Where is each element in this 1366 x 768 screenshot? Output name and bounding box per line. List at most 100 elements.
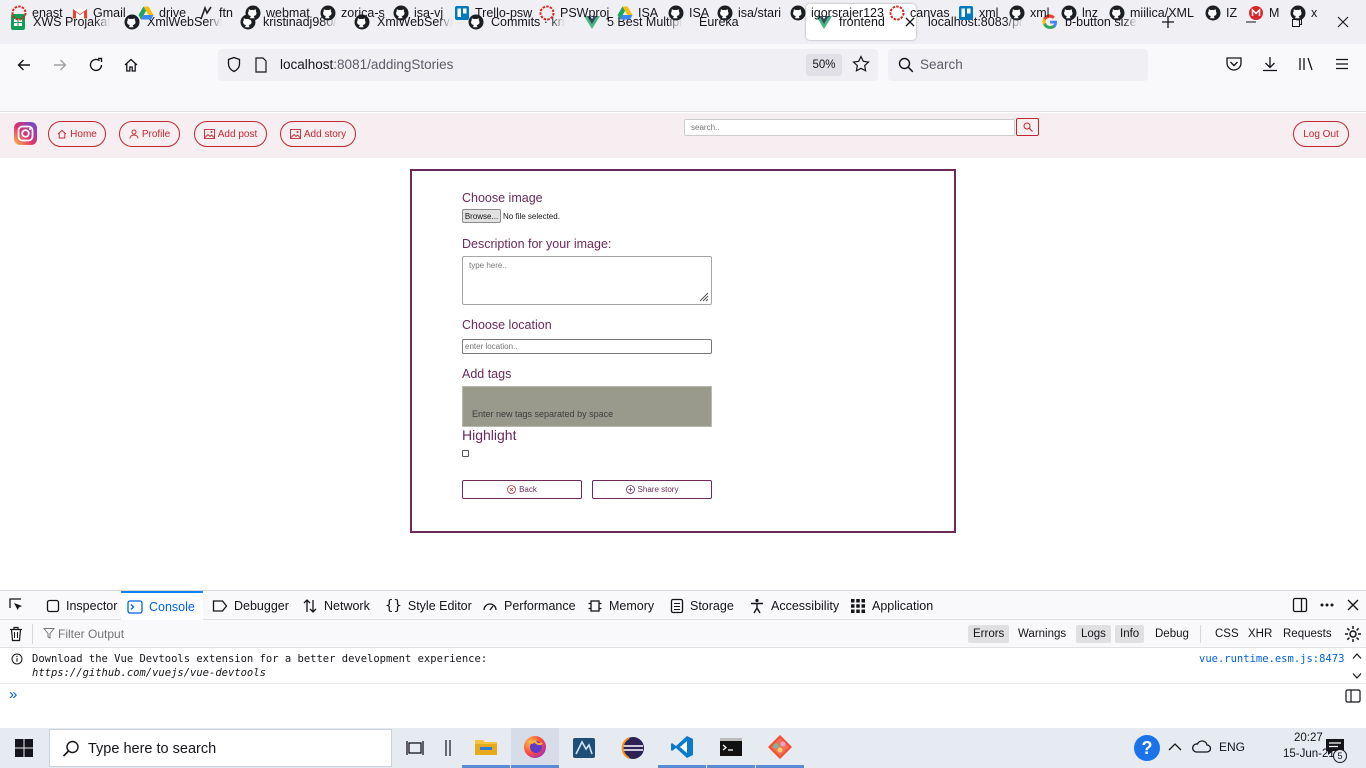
filter-debug[interactable]: Debug — [1150, 625, 1194, 643]
url-bar[interactable]: localhost:8081/addingStories 50% — [218, 49, 878, 81]
home-button[interactable]: Home — [48, 121, 106, 147]
bookmark-10[interactable]: ISA — [668, 4, 709, 22]
filter-info[interactable]: Info — [1115, 625, 1145, 643]
devtools-tab-console[interactable]: Console — [121, 591, 203, 620]
bookmark-12[interactable]: igorsrajer123 — [790, 4, 884, 22]
add-post-button[interactable]: Add post — [194, 121, 267, 147]
bookmark-7[interactable]: Trello-psw — [454, 4, 532, 22]
more-options-icon[interactable] — [1319, 597, 1335, 613]
bookmark-14[interactable]: xml — [958, 4, 998, 22]
location-input[interactable] — [462, 339, 712, 354]
scroll-down-icon[interactable] — [1352, 672, 1362, 680]
library-icon[interactable] — [1297, 55, 1315, 73]
bookmark-5[interactable]: zorica-s — [320, 4, 385, 22]
menu-icon[interactable] — [1333, 55, 1351, 73]
bookmark-8[interactable]: PSWproj — [539, 4, 609, 22]
devtools-tab-memory[interactable]: Memory — [583, 591, 658, 620]
close-devtools-icon[interactable] — [1346, 598, 1360, 612]
logout-button[interactable]: Log Out — [1293, 121, 1349, 147]
filter-requests[interactable]: Requests — [1278, 625, 1337, 643]
bookmark-2[interactable]: drive — [138, 4, 186, 22]
pocket-icon[interactable] — [1225, 55, 1243, 73]
bookmark-9[interactable]: ISA — [617, 4, 658, 22]
instagram-logo-icon[interactable] — [14, 122, 37, 145]
taskbar-search-box[interactable]: Type here to search — [49, 729, 392, 767]
chevron-up-icon[interactable] — [1168, 742, 1182, 752]
bookmark-18[interactable]: IZ — [1205, 4, 1237, 22]
url-text[interactable]: localhost:8081/addingStories — [280, 57, 453, 72]
clock-time[interactable]: 20:27 — [1294, 732, 1323, 744]
devtools-tab-accessibility[interactable]: Accessibility — [745, 591, 843, 620]
tags-input[interactable]: Enter new tags separated by space — [462, 386, 712, 427]
console-input[interactable] — [28, 686, 1338, 706]
filter-errors[interactable]: Errors — [968, 625, 1010, 643]
back-button[interactable]: Back — [462, 480, 582, 499]
devtools-tab-debugger[interactable]: Debugger — [208, 591, 293, 620]
zoom-badge[interactable]: 50% — [806, 54, 842, 76]
bookmark-6[interactable]: isa-vj — [393, 4, 443, 22]
devtools-tab-style-editor[interactable]: {} Style Editor — [381, 591, 476, 620]
bookmark-3[interactable]: ftn — [198, 4, 233, 22]
bookmark-19[interactable]: M — [1248, 4, 1279, 22]
ssms-icon[interactable] — [560, 728, 608, 768]
description-textarea[interactable]: type here.. — [462, 256, 712, 305]
bookmark-20[interactable]: x — [1290, 4, 1317, 22]
browse-button[interactable]: Browse... — [462, 209, 501, 223]
devtools-tab-network[interactable]: Network — [298, 591, 374, 620]
filter-warnings[interactable]: Warnings — [1013, 625, 1071, 643]
eclipse-icon[interactable] — [609, 728, 657, 768]
close-window-icon[interactable] — [1320, 0, 1366, 44]
filter-css[interactable]: CSS — [1210, 625, 1244, 643]
share-story-button[interactable]: Share story — [592, 480, 712, 499]
dock-side-icon[interactable] — [1292, 597, 1308, 613]
devtools-tab-inspector[interactable]: Inspector — [42, 591, 121, 620]
bookmark-17[interactable]: miilica/XML — [1109, 4, 1194, 22]
devtools-tab-storage[interactable]: Storage — [666, 591, 738, 620]
element-picker-icon[interactable] — [8, 597, 24, 613]
devtools-tab-performance[interactable]: Performance — [478, 591, 580, 620]
bookmark-0[interactable]: enast — [11, 4, 63, 22]
bookmark-13[interactable]: canvas — [889, 4, 950, 22]
bookmark-16[interactable]: lnz — [1061, 4, 1098, 22]
vscode-icon[interactable] — [658, 728, 706, 768]
shield-icon[interactable] — [226, 56, 242, 74]
add-story-button[interactable]: Add story — [280, 121, 356, 147]
terminal-icon[interactable] — [707, 728, 755, 768]
reload-icon[interactable] — [82, 51, 110, 79]
bookmark-1[interactable]: Gmail — [72, 4, 126, 22]
download-icon[interactable] — [1261, 55, 1279, 73]
page-icon[interactable] — [254, 57, 268, 73]
home-icon[interactable] — [117, 51, 145, 79]
cloud-icon[interactable] — [1191, 740, 1211, 754]
filter-xhr[interactable]: XHR — [1243, 625, 1277, 643]
app-search-input[interactable] — [684, 119, 1015, 136]
web-search-bar[interactable]: Search — [888, 49, 1148, 81]
back-arrow-icon[interactable] — [10, 51, 38, 79]
help-icon[interactable]: ? — [1133, 734, 1161, 762]
task-view-icon[interactable] — [392, 728, 440, 768]
windows-start-icon[interactable] — [0, 728, 48, 768]
filter-output-input[interactable]: Filter Output — [58, 627, 124, 641]
profile-button[interactable]: Profile — [119, 121, 180, 147]
app-search-button[interactable] — [1016, 118, 1039, 136]
console-settings-gear-icon[interactable] — [1344, 625, 1362, 643]
editor-mode-icon[interactable] — [1345, 689, 1361, 703]
bookmark-15[interactable]: xml — [1009, 4, 1049, 22]
devtools-tab-application[interactable]: Application — [846, 591, 937, 620]
language-indicator[interactable]: ENG — [1219, 740, 1245, 754]
firefox-icon[interactable] — [511, 728, 559, 768]
star-icon[interactable] — [852, 55, 870, 73]
gitkraken-icon[interactable] — [756, 728, 804, 768]
resize-grip-icon[interactable] — [697, 290, 709, 302]
file-explorer-icon[interactable] — [462, 728, 510, 768]
forward-arrow-icon[interactable] — [46, 51, 74, 79]
console-message-link[interactable]: https://github.com/vuejs/vue-devtools — [32, 667, 266, 679]
bookmark-11[interactable]: isa/stari — [717, 4, 781, 22]
widgets-icon[interactable] — [436, 728, 460, 768]
highlight-checkbox[interactable] — [462, 450, 469, 457]
bookmark-4[interactable]: webmat — [245, 4, 310, 22]
console-message-source[interactable]: vue.runtime.esm.js:8473 — [1199, 653, 1344, 665]
filter-logs[interactable]: Logs — [1076, 625, 1111, 643]
scroll-up-icon[interactable] — [1352, 652, 1362, 660]
trash-icon[interactable] — [9, 626, 23, 642]
